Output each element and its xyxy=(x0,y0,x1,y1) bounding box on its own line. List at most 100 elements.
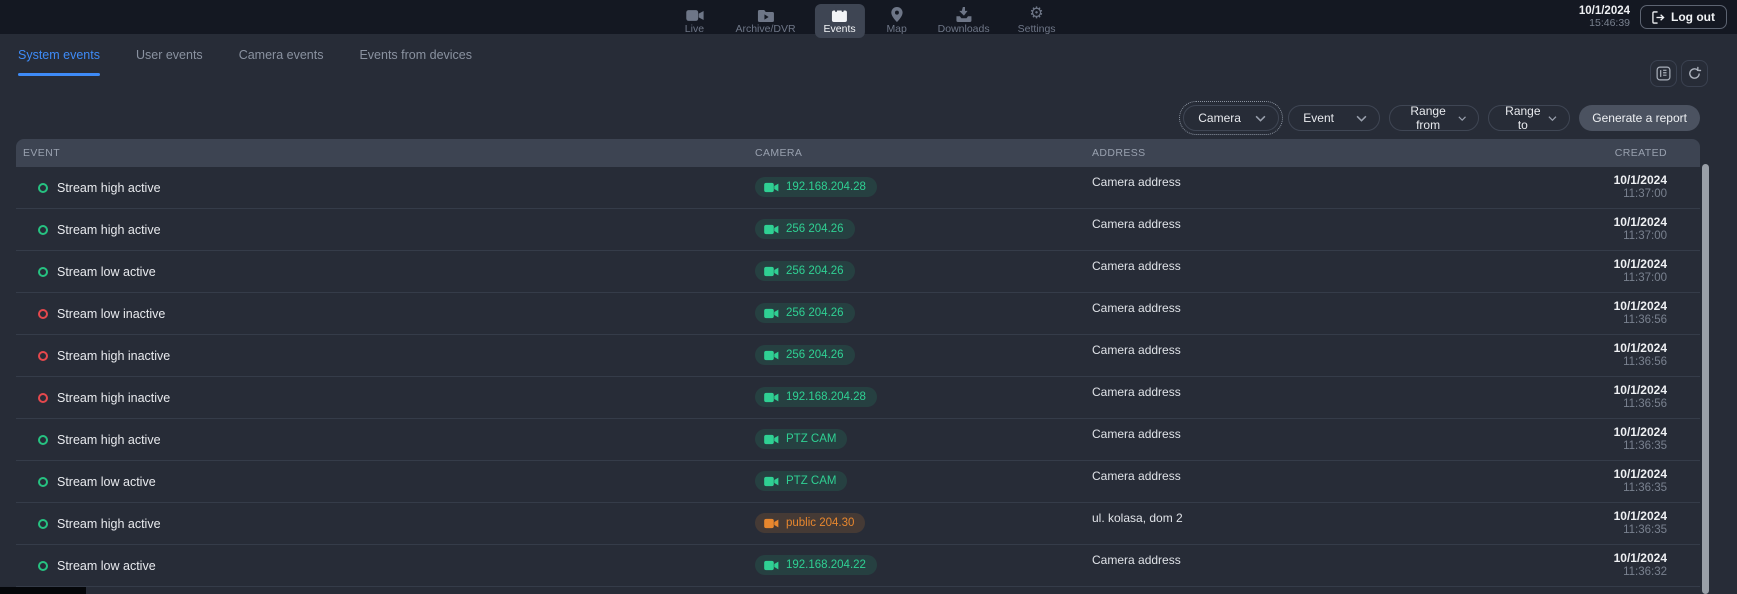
camera-name: 192.168.204.28 xyxy=(786,391,866,403)
camera-address: Camera address xyxy=(1092,553,1527,567)
table-row[interactable]: Stream low active 256 204.26 Camera addr… xyxy=(16,251,1700,293)
nav-item-archive-dvr[interactable]: Archive/DVR xyxy=(726,4,804,38)
nav-item-events[interactable]: Events xyxy=(815,4,865,38)
current-date: 10/1/2024 xyxy=(1579,5,1630,18)
nav-item-live[interactable]: Live xyxy=(672,5,716,38)
event-status-icon xyxy=(38,183,48,193)
created-timestamp: 10/1/2024 11:37:00 xyxy=(1527,258,1667,285)
report-journal-icon xyxy=(1656,66,1671,81)
table-row[interactable]: Stream high active 256 204.26 Camera add… xyxy=(16,209,1700,251)
nav-label: Settings xyxy=(1018,24,1056,35)
camera-name: PTZ CAM xyxy=(786,475,836,487)
table-row[interactable]: Stream low active 192.168.204.22 Camera … xyxy=(16,545,1700,587)
camera-badge[interactable]: 256 204.26 xyxy=(755,219,855,239)
created-time: 11:37:00 xyxy=(1527,272,1667,285)
logout-icon xyxy=(1652,11,1665,24)
logout-button[interactable]: Log out xyxy=(1640,5,1727,29)
created-date: 10/1/2024 xyxy=(1527,300,1667,314)
camera-icon xyxy=(764,224,779,235)
camera-badge[interactable]: 192.168.204.28 xyxy=(755,177,877,197)
camera-icon xyxy=(764,476,779,487)
nav-item-settings[interactable]: ⚙ Settings xyxy=(1009,2,1065,38)
event-status-icon xyxy=(38,393,48,403)
camera-badge[interactable]: PTZ CAM xyxy=(755,429,847,449)
column-header-address: ADDRESS xyxy=(1092,147,1527,159)
chevron-down-icon xyxy=(1356,115,1367,122)
chevron-down-icon xyxy=(1548,115,1557,122)
gear-icon: ⚙ xyxy=(1029,6,1043,22)
camera-filter-dropdown[interactable]: Camera xyxy=(1183,105,1279,131)
refresh-button[interactable] xyxy=(1681,60,1708,87)
created-time: 11:36:35 xyxy=(1527,440,1667,453)
table-row[interactable]: Stream high active public 204.30 ul. kol… xyxy=(16,503,1700,545)
camera-badge[interactable]: 192.168.204.28 xyxy=(755,387,877,407)
downloads-icon xyxy=(956,7,972,22)
report-journal-button[interactable] xyxy=(1650,60,1677,87)
created-timestamp: 10/1/2024 11:36:35 xyxy=(1527,468,1667,495)
created-date: 10/1/2024 xyxy=(1527,426,1667,440)
tab-user-events[interactable]: User events xyxy=(136,48,203,80)
event-status-icon xyxy=(38,351,48,361)
camera-badge[interactable]: 256 204.26 xyxy=(755,261,855,281)
nav-label: Archive/DVR xyxy=(735,24,795,35)
column-header-created: CREATED xyxy=(1527,147,1667,159)
video-camera-icon xyxy=(685,9,703,22)
camera-badge[interactable]: 192.168.204.22 xyxy=(755,555,877,575)
events-tabbar: System events User events Camera events … xyxy=(18,48,472,92)
range-to-dropdown[interactable]: Range to xyxy=(1488,105,1570,131)
table-row[interactable]: Stream high active PTZ CAM Camera addres… xyxy=(16,419,1700,461)
created-date: 10/1/2024 xyxy=(1527,552,1667,566)
bottom-left-dark-strip xyxy=(0,587,86,594)
camera-address: Camera address xyxy=(1092,469,1527,483)
camera-badge[interactable]: 256 204.26 xyxy=(755,303,855,323)
table-body: Stream high active 192.168.204.28 Camera… xyxy=(16,167,1700,587)
event-name: Stream low inactive xyxy=(57,307,165,321)
camera-icon xyxy=(764,560,779,571)
map-pin-icon xyxy=(891,7,903,22)
vertical-scrollbar[interactable] xyxy=(1702,164,1709,594)
event-status-icon xyxy=(38,519,48,529)
camera-address: Camera address xyxy=(1092,217,1527,231)
range-to-label: Range to xyxy=(1503,104,1542,132)
table-row[interactable]: Stream high inactive 256 204.26 Camera a… xyxy=(16,335,1700,377)
created-time: 11:36:56 xyxy=(1527,398,1667,411)
main-nav: Live Archive/DVR Events Map Downloads ⚙ … xyxy=(672,2,1064,38)
table-row[interactable]: Stream low inactive 256 204.26 Camera ad… xyxy=(16,293,1700,335)
camera-badge[interactable]: 256 204.26 xyxy=(755,345,855,365)
camera-name: 192.168.204.22 xyxy=(786,559,866,571)
tabbar-actions xyxy=(1650,60,1708,87)
event-filter-dropdown[interactable]: Event xyxy=(1288,105,1380,131)
table-row[interactable]: Stream high inactive 192.168.204.28 Came… xyxy=(16,377,1700,419)
created-date: 10/1/2024 xyxy=(1527,216,1667,230)
event-name: Stream low active xyxy=(57,559,156,573)
event-filter-label: Event xyxy=(1303,111,1334,125)
camera-badge[interactable]: public 204.30 xyxy=(755,513,865,533)
created-date: 10/1/2024 xyxy=(1527,510,1667,524)
created-timestamp: 10/1/2024 11:37:00 xyxy=(1527,174,1667,201)
nav-label: Map xyxy=(886,24,906,35)
tab-system-events[interactable]: System events xyxy=(18,48,100,80)
nav-item-downloads[interactable]: Downloads xyxy=(929,3,999,38)
created-timestamp: 10/1/2024 11:37:00 xyxy=(1527,216,1667,243)
tab-events-from-devices[interactable]: Events from devices xyxy=(359,48,472,80)
nav-item-map[interactable]: Map xyxy=(875,3,919,38)
table-row[interactable]: Stream high active 192.168.204.28 Camera… xyxy=(16,167,1700,209)
top-navigation-bar: Live Archive/DVR Events Map Downloads ⚙ … xyxy=(0,0,1737,34)
chevron-down-icon xyxy=(1255,115,1266,122)
event-name: Stream high active xyxy=(57,223,161,237)
current-datetime: 10/1/2024 15:46:39 xyxy=(1579,5,1630,29)
range-from-dropdown[interactable]: Range from xyxy=(1389,105,1479,131)
created-time: 11:36:35 xyxy=(1527,482,1667,495)
generate-report-button[interactable]: Generate a report xyxy=(1579,105,1700,131)
created-date: 10/1/2024 xyxy=(1527,258,1667,272)
camera-icon xyxy=(764,350,779,361)
created-time: 11:36:56 xyxy=(1527,314,1667,327)
table-row[interactable]: Stream low active PTZ CAM Camera address… xyxy=(16,461,1700,503)
camera-badge[interactable]: PTZ CAM xyxy=(755,471,847,491)
camera-address: Camera address xyxy=(1092,259,1527,273)
created-timestamp: 10/1/2024 11:36:56 xyxy=(1527,384,1667,411)
event-name: Stream high inactive xyxy=(57,349,170,363)
created-time: 11:37:00 xyxy=(1527,188,1667,201)
tab-camera-events[interactable]: Camera events xyxy=(239,48,324,80)
event-name: Stream high active xyxy=(57,433,161,447)
